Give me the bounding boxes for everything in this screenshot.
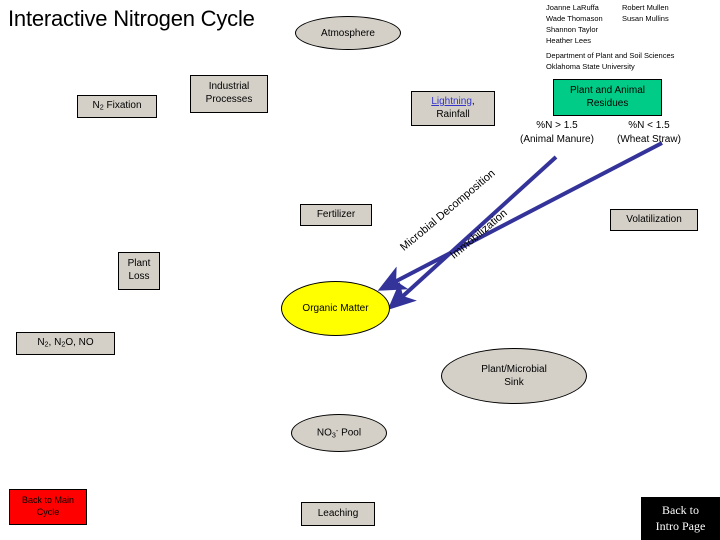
author-name: Shannon Taylor [546, 24, 598, 34]
percent-n-low-value: %N < 1.5 [628, 120, 670, 131]
node-label: Volatilization [626, 213, 682, 225]
node-label: Plant and Animal Residues [569, 84, 646, 109]
percent-n-low-source: (Wheat Straw) [617, 133, 681, 145]
node-nitrate-pool[interactable]: NO3- Pool [291, 414, 387, 452]
button-label-line1: Back to [662, 503, 699, 518]
author-row: Heather Lees [546, 36, 669, 47]
rainfall-label: Rainfall [436, 108, 470, 120]
node-plant-microbial-sink[interactable]: Plant/Microbial Sink [441, 348, 587, 404]
node-organic-matter[interactable]: Organic Matter [281, 281, 390, 336]
back-to-main-cycle-button[interactable]: Back to Main Cycle [9, 489, 87, 525]
node-label: Leaching [317, 507, 359, 519]
author-row: Shannon Taylor [546, 25, 669, 36]
node-label: Atmosphere [321, 27, 375, 39]
author-row: Joanne LaRuffa Robert Mullen [546, 3, 669, 14]
node-label: Organic Matter [302, 303, 369, 314]
node-label: Fertilizer [316, 208, 356, 220]
node-lightning-rainfall[interactable]: Lightning, Rainfall [411, 91, 495, 126]
node-n2-fixation[interactable]: N2 Fixation [77, 95, 157, 118]
node-plant-animal-residues[interactable]: Plant and Animal Residues [553, 79, 662, 116]
author-name: Joanne LaRuffa [546, 3, 599, 12]
node-label-line1: Plant/Microbial [481, 364, 547, 375]
node-label-line2: Loss [128, 271, 150, 282]
node-label: Industrial Processes [205, 81, 253, 105]
node-label: N2 Fixation [92, 100, 142, 112]
author-name: Heather Lees [546, 35, 592, 45]
percent-n-high-annotation: %N > 1.5 (Animal Manure) [520, 119, 594, 146]
node-leaching[interactable]: Leaching [301, 502, 375, 526]
node-gaseous-losses[interactable]: N2, N2O, NO [16, 332, 115, 355]
back-to-intro-page-button[interactable]: Back to Intro Page [641, 497, 720, 540]
lightning-link[interactable]: Lightning [431, 96, 472, 107]
node-atmosphere[interactable]: Atmosphere [295, 16, 401, 50]
author-row: Wade Thomason Susan Mullins [546, 14, 669, 25]
percent-n-high-value: %N > 1.5 [536, 120, 578, 131]
node-label: NO3- Pool [316, 426, 362, 440]
button-label-line1: Back to Main [21, 495, 75, 506]
affiliation-department: Department of Plant and Soil Sciences [546, 51, 675, 60]
lightning-line: Lightning, [431, 95, 475, 107]
microbial-decomposition-label: Microbial Decomposition [398, 167, 498, 254]
author-name: Susan Mullins [622, 13, 669, 23]
author-name: Robert Mullen [622, 3, 669, 12]
node-label-line1: Plant [127, 258, 151, 270]
node-volatilization[interactable]: Volatilization [610, 209, 698, 231]
node-plant-loss[interactable]: Plant Loss [118, 252, 160, 290]
node-label-line2: Sink [504, 377, 524, 388]
immobilization-label: Immobilization [448, 207, 510, 262]
button-label-line2: Cycle [36, 507, 60, 517]
percent-n-high-source: (Animal Manure) [520, 133, 594, 145]
percent-n-low-annotation: %N < 1.5 (Wheat Straw) [617, 119, 681, 146]
button-label-line2: Intro Page [655, 518, 706, 533]
affiliation-university: Oklahoma State University [546, 61, 635, 71]
nitrogen-cycle-slide: Interactive Nitrogen Cycle Joanne LaRuff… [0, 0, 720, 540]
node-industrial-processes[interactable]: Industrial Processes [190, 75, 268, 113]
author-list: Joanne LaRuffa Robert Mullen Wade Thomaso… [546, 3, 669, 47]
affiliation: Department of Plant and Soil Sciences Ok… [546, 51, 674, 73]
node-label: N2, N2O, NO [37, 337, 94, 349]
node-fertilizer[interactable]: Fertilizer [300, 204, 372, 226]
author-name: Wade Thomason [546, 13, 603, 23]
page-title: Interactive Nitrogen Cycle [8, 6, 255, 31]
